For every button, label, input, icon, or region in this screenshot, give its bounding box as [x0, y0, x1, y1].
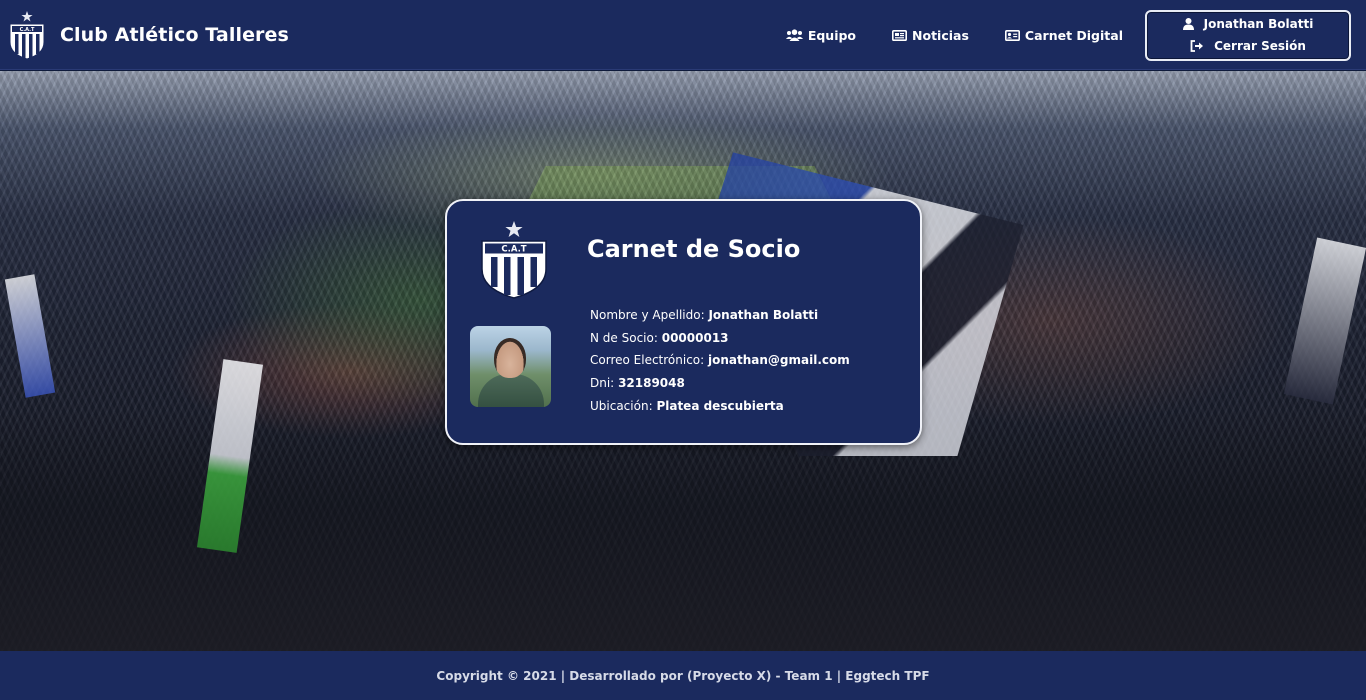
brand-name: Club Atlético Talleres	[60, 23, 289, 46]
user-profile[interactable]: Jonathan Bolatti	[1182, 13, 1314, 35]
field-location: Ubicación: Platea descubierta	[590, 395, 850, 418]
member-photo	[470, 326, 551, 407]
nav-item-label: Carnet Digital	[1024, 27, 1123, 43]
field-label: Correo Electrónico:	[590, 353, 705, 368]
user-name: Jonathan Bolatti	[1203, 17, 1314, 31]
field-email: Correo Electrónico: jonathan@gmail.com	[590, 349, 850, 372]
field-dni: Dni: 32189048	[590, 372, 850, 395]
field-full-name: Nombre y Apellido: Jonathan Bolatti	[590, 304, 850, 327]
club-crest-icon: C.A.T	[481, 221, 547, 299]
card-title: Carnet de Socio	[587, 235, 801, 263]
users-icon	[785, 29, 803, 41]
photo-head	[494, 338, 526, 378]
nav-item-carnet-digital[interactable]: Carnet Digital	[1004, 27, 1123, 43]
nav-item-noticias[interactable]: Noticias	[892, 28, 969, 43]
nav-item-label: Noticias	[912, 27, 969, 43]
field-value: Jonathan Bolatti	[708, 308, 819, 322]
crest-text: C.A.T	[20, 27, 35, 33]
nav-links: Equipo Noticias Carnet Digital Jonathan …	[785, 0, 1366, 70]
newspaper-icon	[892, 29, 908, 41]
field-value: 00000013	[661, 330, 729, 345]
field-value: Platea descubierta	[656, 398, 784, 413]
field-label: Nombre y Apellido:	[590, 308, 705, 322]
footer-copyright: Copyright © 2021 | Desarrollado por (Pro…	[436, 668, 930, 683]
navbar: C.A.T Club Atlético Talleres Equipo Noti…	[0, 0, 1366, 70]
crest-text: C.A.T	[501, 245, 526, 255]
logout-label: Cerrar Sesión	[1214, 39, 1306, 53]
user-icon	[1182, 18, 1194, 30]
brand[interactable]: C.A.T Club Atlético Talleres	[6, 10, 289, 60]
nav-item-label: Equipo	[807, 27, 857, 43]
field-label: N de Socio:	[590, 330, 658, 345]
id-card-icon	[1004, 29, 1020, 41]
field-member-number: N de Socio: 00000013	[590, 327, 850, 350]
logout-button[interactable]: Cerrar Sesión	[1190, 35, 1306, 57]
user-menu: Jonathan Bolatti Cerrar Sesión	[1145, 9, 1351, 61]
sign-out-icon	[1190, 40, 1204, 52]
member-card: C.A.T Carnet de Socio Nombre y Apellido:…	[445, 199, 922, 445]
member-info: Nombre y Apellido: Jonathan Bolatti N de…	[590, 304, 850, 418]
field-label: Dni:	[590, 376, 615, 391]
field-value: 32189048	[618, 376, 685, 391]
nav-item-equipo[interactable]: Equipo	[785, 27, 857, 43]
footer: Copyright © 2021 | Desarrollado por (Pro…	[0, 651, 1366, 700]
field-value: jonathan@gmail.com	[708, 353, 850, 368]
photo-body	[478, 374, 544, 407]
field-label: Ubicación:	[590, 398, 653, 413]
club-crest-icon: C.A.T	[9, 10, 45, 60]
